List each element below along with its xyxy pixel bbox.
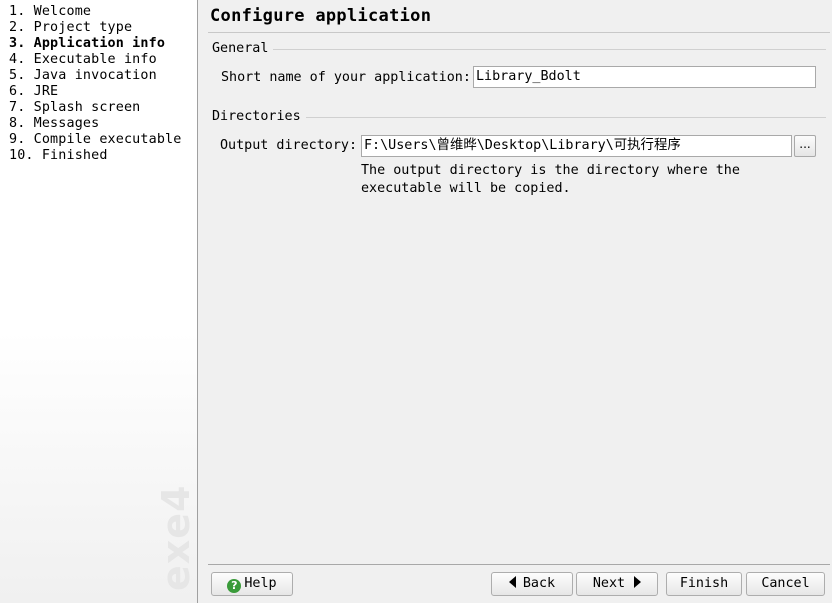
step-list: 1. Welcome 2. Project type 3. Applicatio… xyxy=(0,0,197,164)
cancel-button-label: Cancel xyxy=(761,576,810,591)
footer-divider xyxy=(208,564,830,565)
help-button-label: Help xyxy=(244,576,277,591)
exe4j-watermark-logo: exe4j xyxy=(150,485,192,595)
output-directory-input[interactable]: F:\Users\曾维晔\Desktop\Library\可执行程序 xyxy=(361,135,792,157)
step-finished[interactable]: 10. Finished xyxy=(9,148,197,164)
next-button[interactable]: Next xyxy=(576,572,658,596)
directories-section-header: Directories xyxy=(212,109,826,127)
short-name-input[interactable]: Library_Bdolt xyxy=(473,66,816,88)
step-sidebar: 1. Welcome 2. Project type 3. Applicatio… xyxy=(0,0,198,603)
step-compile-executable[interactable]: 9. Compile executable xyxy=(9,132,197,148)
short-name-label: Short name of your application: xyxy=(221,70,471,85)
output-directory-help-text: The output directory is the directory wh… xyxy=(361,163,740,196)
header-divider xyxy=(208,32,830,33)
triangle-right-icon xyxy=(634,576,642,588)
main-panel: Configure application General Short name… xyxy=(200,0,832,603)
directories-heading: Directories xyxy=(212,109,306,124)
exe4j-wizard-window: 1. Welcome 2. Project type 3. Applicatio… xyxy=(0,0,832,603)
step-java-invocation[interactable]: 5. Java invocation xyxy=(9,68,197,84)
finish-button[interactable]: Finish xyxy=(666,572,742,596)
next-button-label: Next xyxy=(592,576,626,591)
page-title: Configure application xyxy=(210,6,432,26)
triangle-left-icon xyxy=(508,576,516,588)
step-welcome[interactable]: 1. Welcome xyxy=(9,4,197,20)
output-directory-label: Output directory: xyxy=(220,138,358,153)
step-splash-screen[interactable]: 7. Splash screen xyxy=(9,100,197,116)
finish-button-label: Finish xyxy=(679,576,729,591)
watermark-text: exe4j xyxy=(154,485,192,591)
cancel-button[interactable]: Cancel xyxy=(746,572,825,596)
general-heading: General xyxy=(212,41,274,56)
browse-directory-button[interactable]: ... xyxy=(794,135,816,157)
step-messages[interactable]: 8. Messages xyxy=(9,116,197,132)
general-divider xyxy=(212,49,826,50)
back-button-label: Back xyxy=(522,576,556,591)
step-executable-info[interactable]: 4. Executable info xyxy=(9,52,197,68)
question-circle-icon: ? xyxy=(227,579,242,593)
back-button[interactable]: Back xyxy=(491,572,573,596)
step-application-info[interactable]: 3. Application info xyxy=(9,36,197,52)
help-button[interactable]: ? Help xyxy=(211,572,293,596)
step-jre[interactable]: 6. JRE xyxy=(9,84,197,100)
step-project-type[interactable]: 2. Project type xyxy=(9,20,197,36)
general-section-header: General xyxy=(212,41,826,59)
